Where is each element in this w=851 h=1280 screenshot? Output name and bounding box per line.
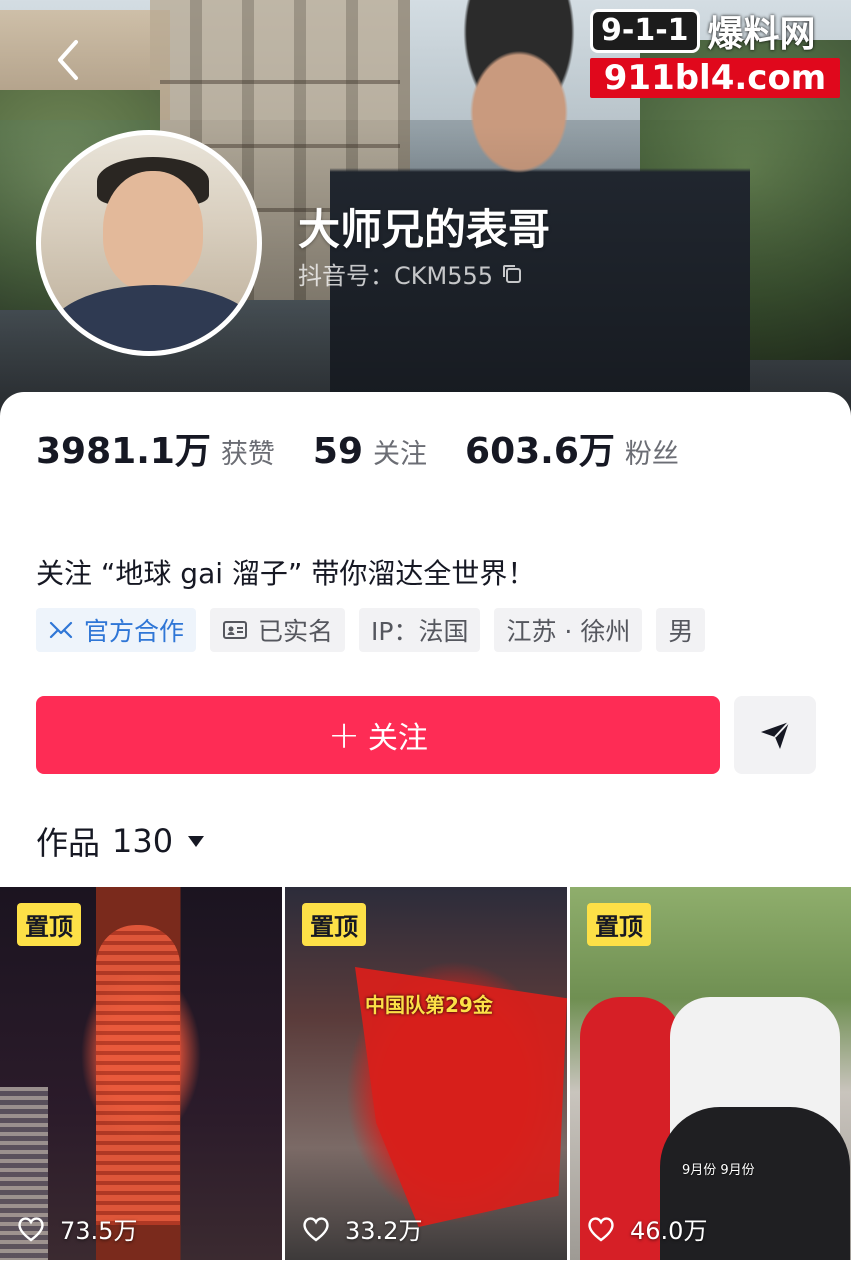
video-likes-count: 33.2万 bbox=[345, 1217, 423, 1245]
share-button[interactable] bbox=[734, 696, 816, 774]
video-overlay-text: 9月份 9月份 bbox=[682, 1163, 755, 1178]
profile-tags: 官方合作 已实名 IP：法国 江苏 · 徐州 男 bbox=[36, 608, 706, 652]
video-tile[interactable]: 9月份 9月份 置顶 46.0万 bbox=[570, 887, 851, 1260]
stat-followers-label: 粉丝 bbox=[624, 439, 679, 470]
heart-icon bbox=[18, 1216, 44, 1241]
video-tile[interactable]: 中国队第29金 置顶 33.2万 bbox=[285, 887, 567, 1260]
stat-followers[interactable]: 603.6万 粉丝 bbox=[465, 422, 679, 474]
back-button[interactable] bbox=[48, 36, 88, 84]
avatar[interactable] bbox=[36, 130, 262, 356]
stat-following-value: 59 bbox=[312, 431, 364, 472]
plus-icon: + bbox=[328, 713, 360, 757]
tag-hometown: 江苏 · 徐州 bbox=[494, 608, 643, 652]
works-tab[interactable]: 作品 130 bbox=[36, 818, 207, 864]
watermark: 9-1-1 爆料网 911bl4.com bbox=[590, 8, 842, 100]
tag-gender: 男 bbox=[656, 608, 706, 652]
video-likes-count: 46.0万 bbox=[630, 1217, 708, 1245]
douyin-id-row: 抖音号：CKM555 bbox=[298, 256, 523, 291]
send-icon bbox=[761, 721, 790, 749]
profile-bio: 关注 “地球 gai 溜子” 带你溜达全世界！ bbox=[36, 557, 536, 590]
video-overlay-text: 中国队第29金 bbox=[365, 993, 493, 1017]
stat-following[interactable]: 59 关注 bbox=[313, 431, 427, 472]
stat-followers-value: 603.6万 bbox=[465, 431, 615, 472]
id-card-icon bbox=[223, 621, 248, 639]
video-likes: 33.2万 bbox=[301, 1211, 422, 1246]
pinned-badge: 置顶 bbox=[17, 903, 81, 946]
video-likes: 46.0万 bbox=[586, 1211, 707, 1246]
tag-official-cooperation[interactable]: 官方合作 bbox=[36, 608, 197, 652]
works-title: 作品 bbox=[36, 824, 101, 862]
video-grid: 置顶 73.5万 中国队第29金 置顶 33.2万 9月份 9月份 置顶 46.… bbox=[0, 887, 851, 1280]
tag-label: 已实名 bbox=[258, 617, 334, 646]
watermark-url: 911bl4.com bbox=[590, 58, 840, 98]
video-likes: 73.5万 bbox=[16, 1211, 137, 1246]
official-cooperation-icon bbox=[49, 621, 73, 639]
heart-icon bbox=[588, 1216, 614, 1241]
works-count: 130 bbox=[112, 822, 174, 860]
stat-likes-label: 获赞 bbox=[220, 439, 275, 470]
follow-button[interactable]: + 关注 bbox=[36, 696, 720, 774]
tag-label: 官方合作 bbox=[84, 617, 185, 646]
chevron-left-icon bbox=[58, 40, 78, 80]
pinned-badge: 置顶 bbox=[302, 903, 366, 946]
stat-likes[interactable]: 3981.1万 获赞 bbox=[36, 422, 275, 474]
tag-label: IP：法国 bbox=[371, 617, 469, 646]
next-row-peek bbox=[0, 1262, 851, 1280]
tag-verified-name[interactable]: 已实名 bbox=[210, 608, 346, 652]
heart-icon bbox=[303, 1216, 329, 1241]
tag-ip-location: IP：法国 bbox=[359, 608, 481, 652]
copy-icon[interactable] bbox=[501, 263, 523, 285]
profile-nickname: 大师兄的表哥 bbox=[298, 205, 551, 254]
watermark-logo-box: 9-1-1 bbox=[590, 9, 700, 53]
follow-button-label: 关注 bbox=[367, 721, 428, 756]
tag-label: 江苏 · 徐州 bbox=[506, 617, 631, 646]
video-likes-count: 73.5万 bbox=[60, 1217, 138, 1245]
douyin-id-text: 抖音号：CKM555 bbox=[298, 262, 494, 290]
watermark-cn-text: 爆料网 bbox=[707, 14, 816, 55]
stat-likes-value: 3981.1万 bbox=[36, 431, 211, 472]
stats-row: 3981.1万 获赞 59 关注 603.6万 粉丝 bbox=[36, 422, 717, 474]
tag-label: 男 bbox=[668, 617, 694, 646]
video-tile[interactable]: 置顶 73.5万 bbox=[0, 887, 282, 1260]
stat-following-label: 关注 bbox=[373, 439, 428, 470]
pinned-badge: 置顶 bbox=[587, 903, 651, 946]
caret-down-icon bbox=[188, 836, 205, 847]
